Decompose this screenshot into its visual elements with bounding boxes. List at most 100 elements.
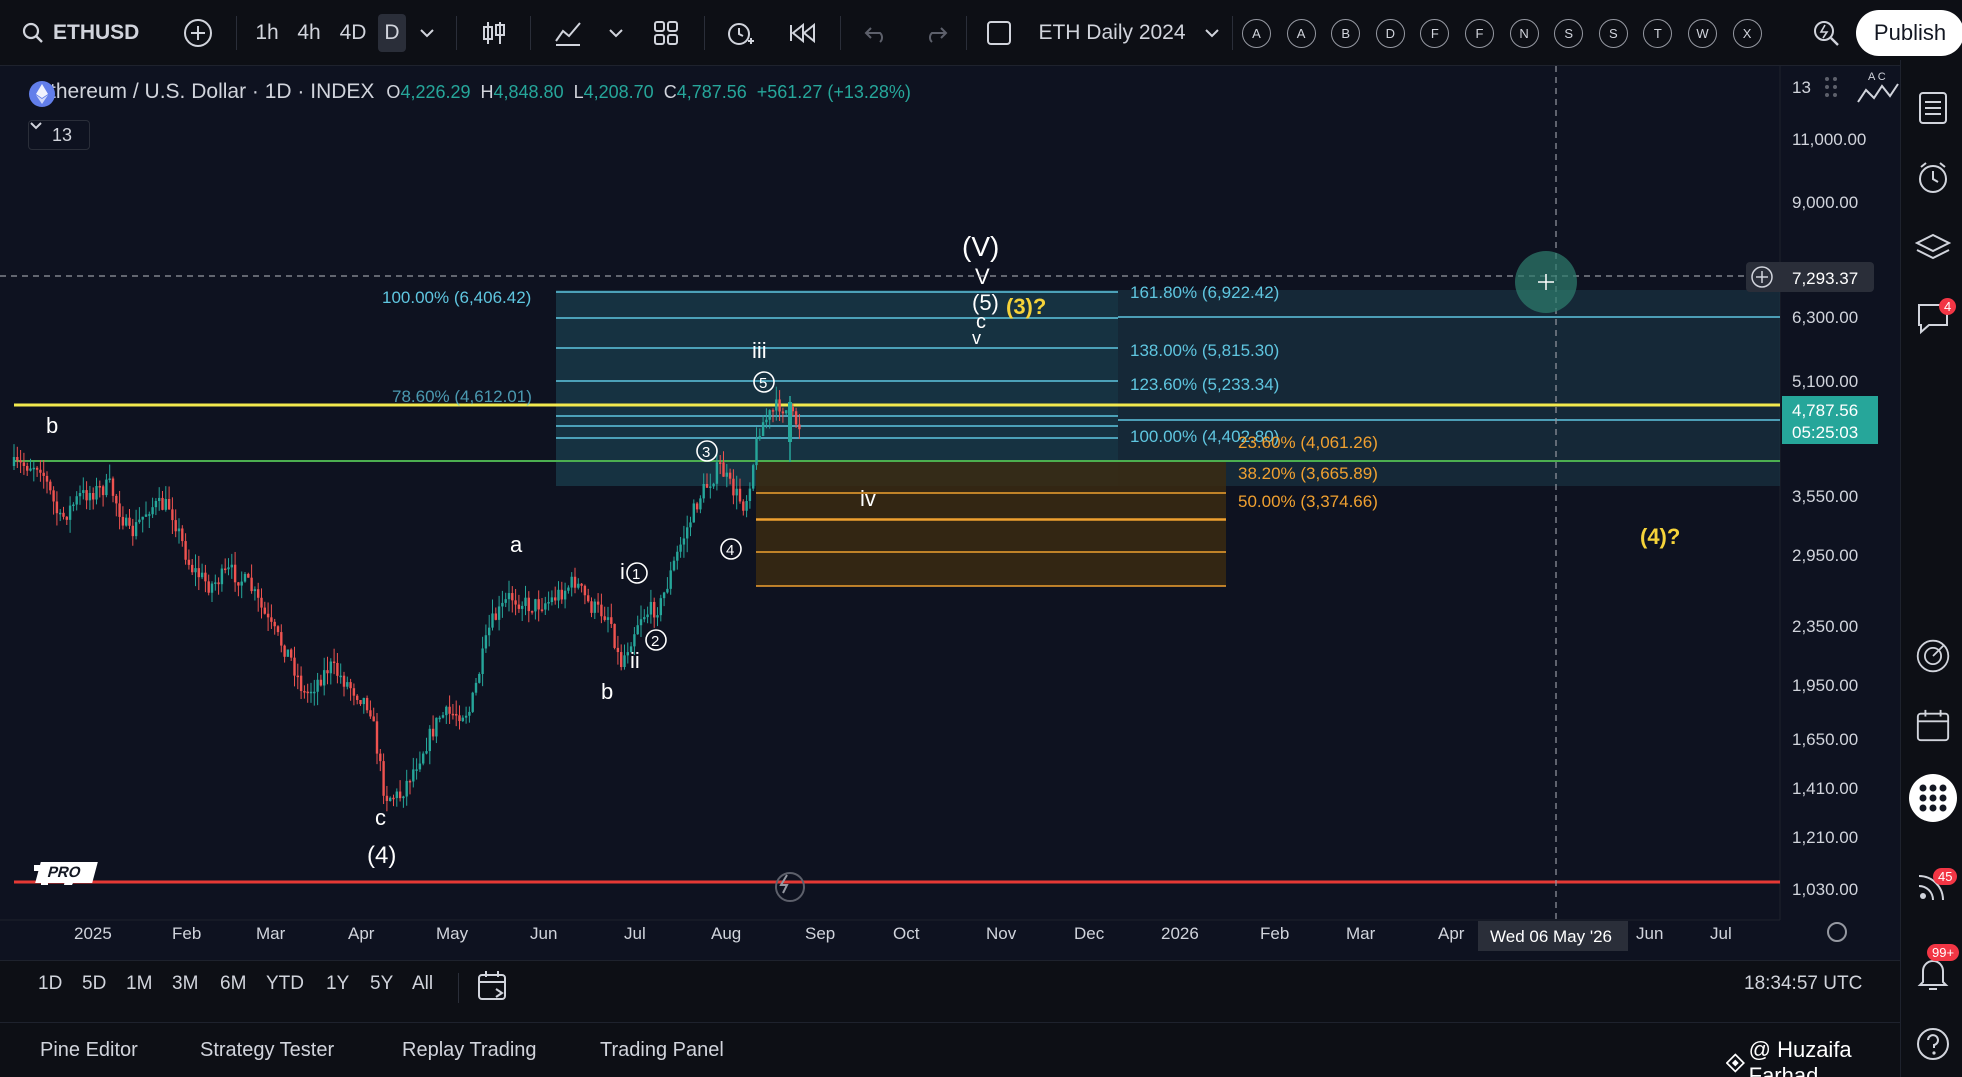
quick-letter-button[interactable]: X (1732, 19, 1762, 48)
quick-letter-button[interactable]: S (1554, 19, 1584, 48)
clock-icon (1919, 162, 1947, 193)
fullscreen-button[interactable] (982, 14, 1016, 52)
quick-letter-button[interactable]: N (1509, 19, 1539, 48)
quick-letter-button[interactable]: A (1286, 19, 1316, 48)
layout-name[interactable]: ETH Daily 2024 (1034, 14, 1190, 52)
range-1d[interactable]: 1D (38, 973, 62, 995)
replay-button[interactable] (782, 14, 822, 52)
interval-dropdown[interactable] (414, 14, 440, 52)
quick-letter-button[interactable]: F (1420, 19, 1450, 48)
range-5y[interactable]: 5Y (370, 973, 393, 995)
redo-button[interactable] (918, 14, 954, 52)
candle-body (29, 468, 32, 471)
indicators-button[interactable] (548, 14, 588, 52)
candle-body (191, 564, 194, 573)
hotlists-button[interactable] (1915, 638, 1951, 674)
candle-body (379, 753, 382, 762)
candle-body (507, 593, 511, 600)
candle-body (329, 661, 332, 674)
range-6m[interactable]: 6M (220, 973, 246, 995)
quick-letter-button[interactable]: S (1598, 19, 1628, 48)
wave-label: ii (630, 648, 640, 673)
tab-strategy-tester[interactable]: Strategy Tester (200, 1039, 334, 1062)
candle-body (471, 692, 474, 712)
candle-body (567, 587, 570, 591)
help-button[interactable] (1915, 1026, 1951, 1062)
publish-button[interactable]: Publish (1856, 10, 1962, 56)
templates-button[interactable] (646, 14, 686, 52)
lightning-icon (779, 874, 789, 894)
candle-body (177, 528, 181, 532)
quick-search-button[interactable] (1806, 14, 1846, 52)
range-ytd[interactable]: YTD (266, 973, 304, 995)
tab-pine-editor[interactable]: Pine Editor (40, 1039, 138, 1062)
interval-4d[interactable]: 4D (335, 14, 371, 52)
range-all[interactable]: All (412, 973, 433, 995)
quick-letter-button[interactable]: F (1465, 19, 1494, 48)
calendar-goto-icon (478, 971, 506, 1000)
apps-button[interactable] (1909, 774, 1957, 822)
search-icon (22, 22, 43, 43)
candle-body (425, 751, 428, 754)
tradingview-logo: PRO (34, 862, 98, 885)
candle-body (514, 600, 517, 605)
chart-area[interactable]: (V) V (5) (3)? c v iii 5 3 4 1 2 iv (4)? a i ii b b c (4) 10… (0, 66, 1900, 960)
interval-d[interactable]: D (378, 14, 406, 52)
candle-body (200, 572, 204, 578)
chart-type-button[interactable] (474, 14, 514, 52)
candle-body (676, 551, 679, 561)
wave-label: i (620, 559, 625, 584)
watchlist-button[interactable] (1915, 90, 1951, 126)
alert-button[interactable] (720, 14, 760, 52)
tab-trading-panel[interactable]: Trading Panel (600, 1039, 724, 1062)
compare-button[interactable] (178, 14, 218, 52)
goto-date-button[interactable] (476, 969, 510, 1009)
candle-body (738, 488, 742, 502)
chevron-down-icon (30, 122, 42, 130)
candle-body (349, 682, 352, 689)
range-1m[interactable]: 1M (126, 973, 152, 995)
range-3m[interactable]: 3M (172, 973, 198, 995)
interval-4h[interactable]: 4h (292, 14, 326, 52)
quick-letter-button[interactable]: D (1375, 19, 1405, 48)
quick-letter-button[interactable]: W (1688, 19, 1717, 48)
price-axis-label: 3,550.00 (1792, 487, 1858, 506)
candle-body (372, 716, 375, 722)
events-marker[interactable] (775, 872, 805, 902)
candle-body (758, 435, 761, 439)
candle-body (32, 467, 35, 470)
wave-label: b (46, 413, 58, 438)
wave-label: (V) (962, 231, 999, 262)
separator (456, 16, 457, 50)
candle-body (389, 797, 392, 801)
notifications-button[interactable] (1915, 956, 1951, 992)
calendar-button[interactable] (1915, 708, 1951, 744)
candle-body (478, 673, 481, 683)
indicators-collapse-toggle[interactable]: 13 (28, 120, 90, 150)
symbol-search[interactable]: ETHUSD (22, 14, 152, 52)
interval-1h[interactable]: 1h (250, 14, 284, 52)
quick-letter-button[interactable]: T (1643, 19, 1673, 48)
quick-letter-button[interactable]: A (1242, 19, 1271, 48)
credit-watermark: @ Huzaifa Farhad (1726, 1037, 1900, 1077)
tab-replay-trading[interactable]: Replay Trading (402, 1039, 537, 1062)
indicators-dropdown[interactable] (604, 14, 628, 52)
quick-letter-button[interactable]: B (1331, 19, 1361, 48)
undo-button[interactable] (858, 14, 894, 52)
layers-button[interactable] (1915, 230, 1951, 266)
range-1y[interactable]: 1Y (326, 973, 349, 995)
candle-body (184, 541, 187, 560)
layout-dropdown[interactable] (1200, 14, 1224, 52)
lightning-search-icon (1814, 21, 1839, 46)
candle-body (257, 589, 260, 598)
candle-body (689, 522, 692, 528)
candle-body (134, 522, 138, 537)
clock-readout[interactable]: 18:34:57 UTC (1744, 973, 1862, 995)
candle-body (115, 495, 118, 504)
range-5d[interactable]: 5D (82, 973, 106, 995)
fib-label: 138.00% (5,815.30) (1130, 341, 1279, 360)
alerts-button[interactable] (1915, 160, 1951, 196)
candle-body (524, 597, 527, 606)
candle-body (455, 714, 458, 716)
candle-body (626, 652, 629, 656)
